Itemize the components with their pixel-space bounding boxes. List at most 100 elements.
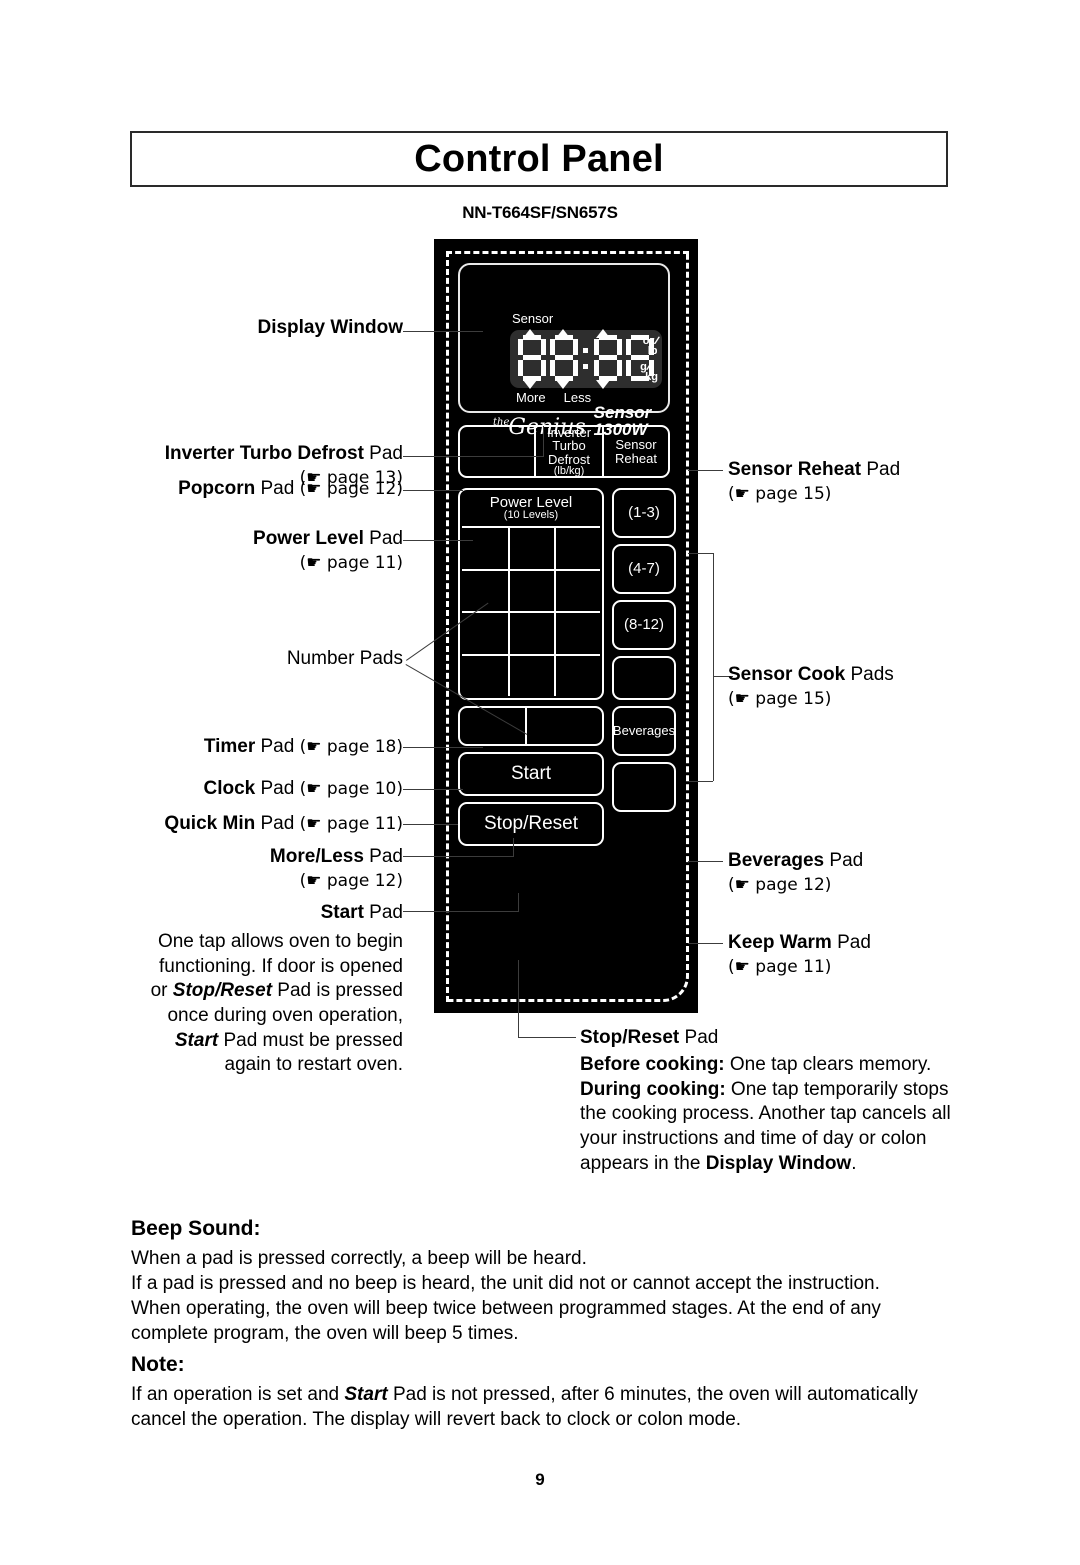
digit-2 [550, 335, 578, 381]
sensor-cook-pad-8-12[interactable]: (8-12) [612, 600, 676, 650]
callout-sensor-cook-ref: (☛ page 15) [728, 688, 832, 709]
callout-start-label: Start [320, 902, 364, 923]
callout-popcorn-label: Popcorn [178, 478, 256, 499]
callout-popcorn-ref: (☛ page 12) [299, 479, 403, 499]
number-pad-key[interactable] [508, 653, 554, 696]
sensor-reheat-line-2: Reheat [615, 450, 657, 466]
indicator-down-2 [556, 380, 570, 389]
sensor-cook-pad-blank[interactable] [612, 656, 676, 700]
number-pad-key[interactable] [554, 611, 600, 654]
number-pad-key[interactable] [554, 653, 600, 696]
callout-sensor-reheat-ref: (☛ page 15) [728, 483, 832, 504]
beep-sound-heading: Beep Sound: [131, 1217, 261, 1240]
inverter-turbo-defrost-pad[interactable]: Inverter Turbo Defrost (lb/kg) [534, 426, 604, 477]
number-pad-key[interactable] [508, 611, 554, 654]
leader-sensor-cook-4 [688, 781, 713, 782]
unit-g-denominator: kg [645, 371, 658, 383]
note-start-bold: Start [344, 1384, 388, 1405]
power-level-pad[interactable]: Power Level (10 Levels) [460, 490, 602, 526]
unit-oz-denominator: lb [647, 345, 658, 357]
defrost-unit-sub: (lb/kg) [553, 464, 585, 477]
top-pad-row: Inverter Turbo Defrost (lb/kg) Sensor Re… [458, 425, 670, 478]
beep-sound-line-1: When a pad is pressed correctly, a beep … [131, 1248, 587, 1269]
stop-desc-display-window: Display Window [705, 1152, 852, 1174]
colon-separator [582, 335, 590, 381]
callout-beverages-rest: Pad [824, 850, 864, 871]
leader-keep-warm [688, 943, 723, 944]
indicator-up-3 [596, 329, 610, 338]
defrost-line-3: Defrost [548, 451, 590, 467]
sensor-cook-pad-4-7[interactable]: (4-7) [612, 544, 676, 594]
beverages-pad[interactable]: Beverages [612, 706, 676, 756]
callout-number-pads: Number Pads [90, 647, 403, 671]
digit-3 [594, 335, 622, 381]
callout-keep-warm: Keep Warm Pad (☛ page 11) [728, 931, 978, 979]
callout-inverter-turbo-defrost-label: Inverter Turbo Defrost [164, 443, 364, 464]
number-pad-key[interactable] [508, 568, 554, 611]
callout-popcorn-rest: Pad [255, 478, 300, 499]
sensor-cook-pad-1-3[interactable]: (1-3) [612, 488, 676, 538]
beep-sound-line-3: When operating, the oven will beep twice… [131, 1298, 881, 1345]
number-pad-key[interactable] [462, 526, 508, 569]
callout-stop-reset-label: Stop/Reset [580, 1027, 680, 1048]
leader-display-window [403, 331, 483, 332]
unit-oz-lb: oz/ lb [642, 334, 661, 357]
leader-popcorn [403, 490, 463, 491]
keep-warm-pad[interactable] [612, 762, 676, 812]
leader-stop-reset-v [518, 960, 519, 1037]
digit-1 [518, 335, 546, 381]
stop-desc-period: . [851, 1152, 857, 1174]
callout-sensor-reheat-rest: Pad [861, 459, 901, 480]
lcd-screen: oz/ lb g/ kg [510, 329, 662, 389]
beep-sound-body: When a pad is pressed correctly, a beep … [131, 1246, 951, 1346]
callout-sensor-reheat: Sensor Reheat Pad (☛ page 15) [728, 458, 978, 506]
leader-start-v [518, 893, 519, 912]
stop-reset-pad[interactable]: Stop/Reset [458, 802, 604, 846]
callout-timer-label: Timer [203, 736, 256, 757]
number-pad-key[interactable] [462, 653, 508, 697]
power-level-title: Power Level [489, 493, 573, 511]
callout-clock-rest: Pad [255, 778, 300, 799]
callout-power-level-rest: Pad [363, 528, 403, 549]
display-sensor-label: Sensor [512, 311, 554, 326]
stop-desc-before-label: Before cooking: [580, 1054, 725, 1075]
start-pad[interactable]: Start [458, 752, 604, 796]
number-pad-key[interactable] [462, 611, 508, 654]
callout-display-window-label: Display Window [257, 317, 403, 338]
callout-quick-min-label: Quick Min [164, 813, 256, 834]
number-pad-key[interactable] [554, 526, 600, 569]
callout-popcorn: Popcorn Pad (☛ page 12) [90, 477, 403, 501]
leader-power-level [403, 540, 473, 541]
callout-sensor-cook-rest: Pads [845, 664, 894, 685]
note-text-a: If an operation is set and [131, 1384, 345, 1405]
note-body: If an operation is set and Start Pad is … [131, 1382, 951, 1432]
start-desc-line1: One tap allows oven to begin [157, 931, 403, 952]
popcorn-pad[interactable] [460, 427, 534, 476]
leader-quick-min [403, 824, 458, 825]
number-pads-grid [462, 526, 600, 696]
indicator-up-2 [556, 329, 570, 338]
page-title: Control Panel [414, 137, 664, 180]
model-number: NN-T664SF/SN657S [462, 203, 618, 222]
defrost-line-2: Turbo [552, 438, 586, 454]
leader-more-less-v [513, 838, 514, 857]
callout-sensor-cook: Sensor Cook Pads (☛ page 15) [728, 663, 978, 711]
note-heading: Note: [131, 1353, 185, 1376]
quick-min-pad[interactable] [525, 708, 602, 744]
indicator-down-1 [523, 380, 537, 389]
callout-clock: Clock Pad (☛ page 10) [90, 777, 403, 801]
callout-more-less-label: More/Less [269, 846, 364, 867]
sensor-reheat-line-1: Sensor [615, 437, 657, 453]
callout-timer: Timer Pad (☛ page 18) [90, 735, 403, 759]
callout-more-less: More/Less Pad (☛ page 12) [90, 845, 403, 893]
number-pad-key[interactable] [554, 568, 600, 611]
page-number: 9 [535, 1470, 545, 1489]
callout-power-level-ref: (☛ page 11) [299, 552, 403, 573]
callout-keep-warm-ref: (☛ page 11) [728, 956, 832, 977]
beep-sound-line-2: If a pad is pressed and no beep is heard… [131, 1273, 880, 1295]
sensor-reheat-pad[interactable]: Sensor Reheat [604, 427, 668, 476]
leader-sensor-cook-1 [688, 553, 713, 554]
number-pad-key[interactable] [508, 526, 554, 569]
callout-power-level: Power Level Pad (☛ page 11) [90, 527, 403, 575]
callout-display-window: Display Window [120, 316, 403, 340]
